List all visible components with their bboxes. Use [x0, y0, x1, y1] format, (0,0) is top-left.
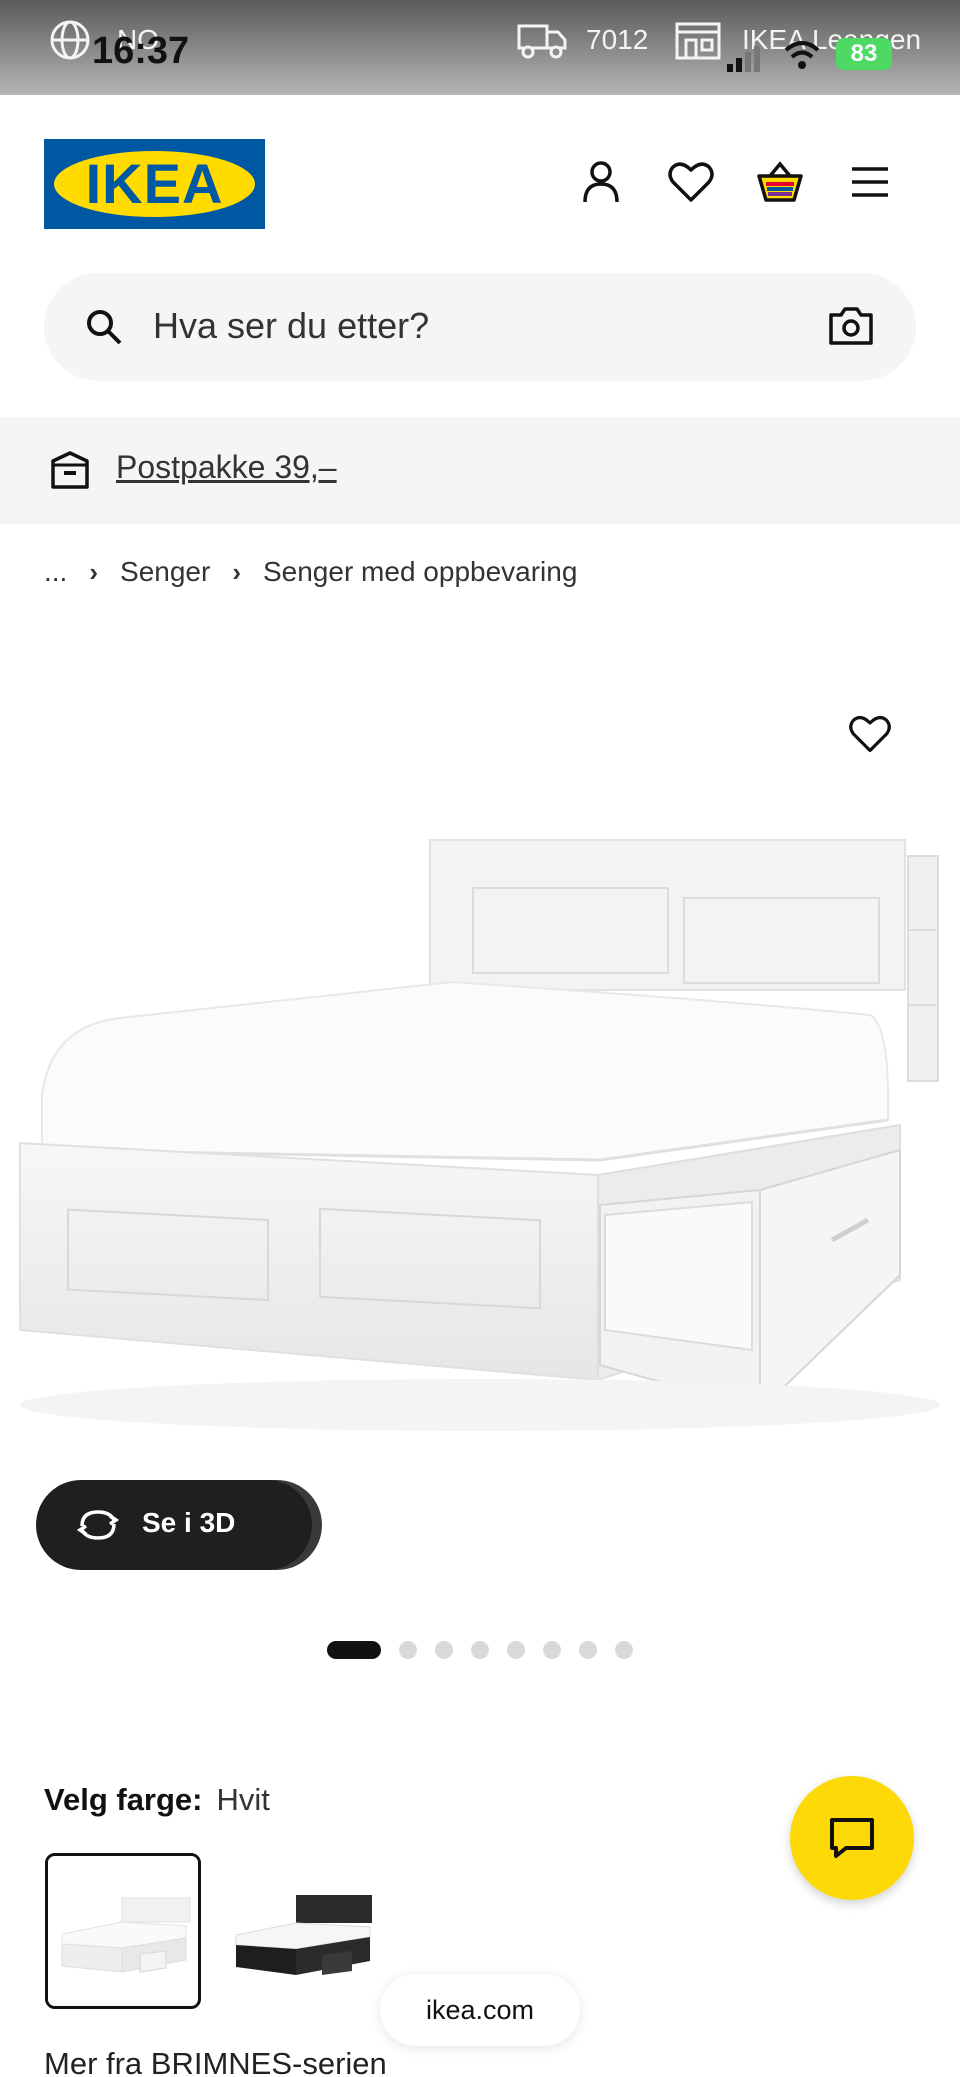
black-bed-thumbnail — [226, 1853, 382, 2009]
breadcrumb-ellipsis[interactable]: ... — [44, 556, 67, 588]
carousel-dot[interactable] — [435, 1641, 453, 1659]
battery-indicator: 83 — [836, 38, 892, 70]
logo-text: IKEA — [85, 152, 224, 215]
clock: 16:37 — [92, 30, 190, 72]
delivery-banner[interactable]: Postpakke 39,– — [0, 417, 960, 524]
search-bar[interactable]: Hva ser du etter? — [44, 273, 916, 381]
chat-button[interactable] — [790, 1776, 914, 1900]
wifi-icon — [784, 41, 820, 69]
chat-icon — [830, 1818, 874, 1858]
carousel-dot[interactable] — [399, 1641, 417, 1659]
color-swatch-black-brown[interactable] — [226, 1853, 382, 2009]
store-name[interactable]: IKEA Leangen — [742, 24, 921, 56]
carousel-dot[interactable] — [471, 1641, 489, 1659]
carousel-dot[interactable] — [507, 1641, 525, 1659]
view-3d-label: Se i 3D — [142, 1507, 236, 1538]
product-image[interactable] — [0, 820, 960, 1470]
store-icon[interactable] — [674, 18, 722, 62]
view-3d-button[interactable]: Se i 3D — [36, 1480, 312, 1570]
heart-icon[interactable] — [667, 158, 715, 206]
postal-code[interactable]: 7012 — [586, 24, 648, 56]
carousel-dot[interactable] — [579, 1641, 597, 1659]
menu-icon[interactable] — [846, 158, 894, 206]
breadcrumb-item-senger-med-oppbevaring[interactable]: Senger med oppbevaring — [263, 556, 577, 588]
truck-icon[interactable] — [516, 18, 568, 62]
chevron-right-icon: › — [232, 556, 241, 587]
carousel-dot-active[interactable] — [327, 1641, 381, 1659]
color-value: Hvit — [216, 1782, 270, 1817]
signal-icon — [727, 46, 760, 72]
rotate-3d-icon — [76, 1510, 120, 1540]
color-swatch-white[interactable] — [45, 1853, 201, 2009]
camera-icon[interactable] — [828, 305, 874, 347]
favorite-heart-icon[interactable] — [848, 712, 892, 756]
globe-icon[interactable] — [48, 18, 92, 62]
series-link[interactable]: Mer fra BRIMNES-serien — [44, 2046, 387, 2077]
browser-url-pill[interactable]: ikea.com — [380, 1974, 580, 2046]
search-placeholder[interactable]: Hva ser du etter? — [153, 305, 429, 347]
page: NO 16:37 7012 IKEA Leangen 83 IKEA Hva s… — [0, 0, 960, 2077]
color-label: Velg farge: — [44, 1782, 203, 1817]
ikea-logo[interactable]: IKEA — [44, 139, 265, 229]
breadcrumb: ... › Senger › Senger med oppbevaring — [44, 556, 577, 588]
carousel-indicator — [327, 1641, 651, 1659]
chevron-right-icon: › — [89, 556, 99, 587]
package-icon — [51, 451, 89, 489]
white-bed-thumbnail — [48, 1856, 198, 2006]
search-icon — [87, 310, 122, 345]
user-icon[interactable] — [577, 158, 625, 206]
color-selector-label: Velg farge: Hvit — [44, 1782, 270, 1818]
breadcrumb-item-senger[interactable]: Senger — [120, 556, 210, 588]
status-bar: NO 16:37 7012 IKEA Leangen 83 — [0, 0, 960, 95]
carousel-dot[interactable] — [543, 1641, 561, 1659]
carousel-dot[interactable] — [615, 1641, 633, 1659]
delivery-link[interactable]: Postpakke 39,– — [116, 449, 337, 486]
basket-icon[interactable] — [756, 158, 804, 206]
